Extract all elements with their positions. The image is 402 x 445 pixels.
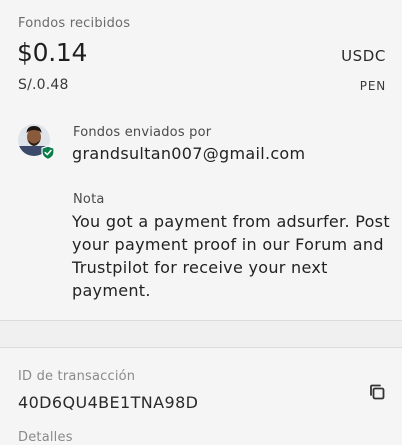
currency-code: USDC <box>341 47 386 65</box>
section-divider <box>0 347 402 348</box>
user-avatar-icon <box>18 124 55 161</box>
received-label: Fondos recibidos <box>18 16 131 31</box>
local-currency-code: PEN <box>359 79 386 93</box>
transaction-id-label: ID de transacción <box>18 369 136 384</box>
transaction-id-value: 40D6QU4BE1TNA98D <box>18 393 199 412</box>
received-amount: $0.14 <box>17 38 88 67</box>
sender-avatar <box>18 122 55 162</box>
sender-email: grandsultan007@gmail.com <box>72 144 306 163</box>
copy-transaction-id-button[interactable] <box>365 380 389 404</box>
copy-icon <box>370 384 385 400</box>
note-text: You got a payment from adsurfer. Post yo… <box>72 212 390 300</box>
verified-badge-icon <box>41 145 55 161</box>
section-gap <box>0 321 402 348</box>
note-label: Nota <box>73 192 105 207</box>
local-amount: S/.0.48 <box>18 77 69 93</box>
payment-summary-card: Fondos recibidos $0.14 USDC S/.0.48 PEN … <box>0 0 402 321</box>
sent-by-label: Fondos enviados por <box>73 125 212 140</box>
